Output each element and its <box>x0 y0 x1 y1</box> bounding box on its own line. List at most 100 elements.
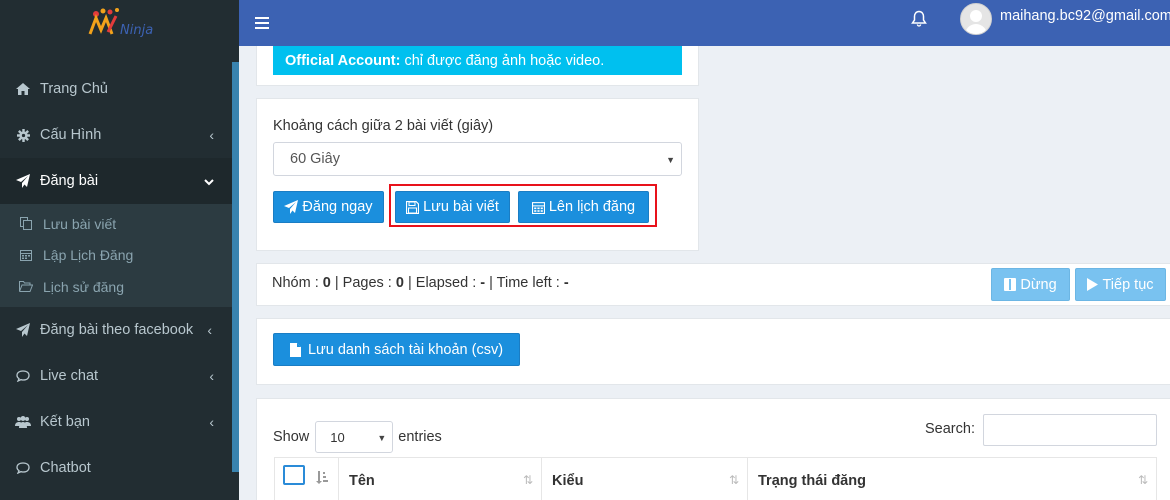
pages-count: 0 <box>395 275 404 291</box>
continue-label: Tiếp tục <box>1102 276 1154 293</box>
sort-icon: ⇅ <box>1137 473 1148 487</box>
interval-value: 60 Giây <box>290 151 340 167</box>
pause-button[interactable]: Dừng <box>991 268 1070 301</box>
sidebar-subitem-label: Lịch sử đăng <box>43 278 124 295</box>
ninja-logo-icon: Ninja <box>88 8 153 38</box>
logo-text: Ninja <box>120 23 153 38</box>
post-now-button[interactable]: Đăng ngay <box>273 191 384 223</box>
sidebar-item-label: Cấu Hình <box>40 127 102 143</box>
sidebar-menu: Trang Chủ Cấu Hình ‹ Đăng bài Lưu bài vi… <box>0 66 232 491</box>
pause-label: Dừng <box>1020 276 1057 293</box>
progress-stats: Nhóm : 0 | Pages : 0 | Elapsed : - | Tim… <box>272 275 569 291</box>
info-alert: Official Account: chỉ được đăng ảnh hoặc… <box>273 46 682 75</box>
sidebar-item-settings[interactable]: Cấu Hình ‹ <box>0 112 232 158</box>
main-content: Official Account: chỉ được đăng ảnh hoặc… <box>239 46 1170 500</box>
sidebar-item-label: Đăng bài <box>40 173 99 189</box>
caret-down-icon: ▼ <box>666 155 675 165</box>
sidebar-submenu-post: Lưu bài viết Lập Lịch Đăng Lịch sử đăng <box>0 204 232 307</box>
user-menu[interactable]: maihang.bc92@gmail.com <box>960 3 1170 35</box>
export-csv-button[interactable]: Lưu danh sách tài khoản (csv) <box>273 333 520 366</box>
entries-label: entries <box>398 429 442 445</box>
elapsed-label: | Elapsed : <box>403 275 481 291</box>
show-label: Show <box>273 429 310 445</box>
user-email: maihang.bc92@gmail.com <box>1000 8 1170 24</box>
progress-stats-box: Nhóm : 0 | Pages : 0 | Elapsed : - | Tim… <box>256 263 1170 306</box>
column-label: Trạng thái đăng <box>758 473 866 489</box>
bell-icon[interactable] <box>911 10 927 30</box>
time-left-label: | Time left : <box>485 275 564 291</box>
chevron-left-icon: ‹ <box>209 127 214 143</box>
sidebar-subitem-label: Lưu bài viết <box>43 215 117 232</box>
paper-plane-icon <box>15 322 31 337</box>
gear-icon <box>15 128 31 142</box>
users-icon <box>15 415 31 428</box>
sidebar-scrollbar[interactable] <box>232 62 239 472</box>
paper-plane-icon <box>284 200 299 214</box>
home-icon <box>15 83 31 95</box>
chevron-left-icon: ‹ <box>209 367 214 384</box>
sidebar-item-chatbot[interactable]: Chatbot <box>0 445 232 491</box>
sidebar-item-facebook-post[interactable]: Đăng bài theo facebook ‹ <box>0 307 232 353</box>
chat-bubble-icon <box>15 461 31 474</box>
entries-value: 10 <box>330 429 345 445</box>
search-input[interactable] <box>983 414 1157 446</box>
select-all-column[interactable] <box>274 458 339 500</box>
sidebar-item-home[interactable]: Trang Chủ <box>0 66 232 112</box>
accounts-table-box: Show 10 ▼ entries Search: Tên ⇅ Kiểu ⇅ T… <box>256 398 1170 500</box>
alert-box: Official Account: chỉ được đăng ảnh hoặc… <box>256 46 699 86</box>
chevron-left-icon: ‹ <box>207 321 212 338</box>
export-csv-label: Lưu danh sách tài khoản (csv) <box>307 341 504 358</box>
entries-select[interactable]: 10 ▼ <box>315 421 394 453</box>
alert-title: Official Account: <box>285 52 401 69</box>
avatar <box>960 3 992 35</box>
sidebar-item-post[interactable]: Đăng bài <box>0 158 232 204</box>
file-icon <box>289 342 301 357</box>
table-header: Tên ⇅ Kiểu ⇅ Trạng thái đăng ⇅ <box>274 457 1157 500</box>
sort-amount-icon <box>316 471 328 487</box>
pages-label: | Pages : <box>330 275 396 291</box>
search-label: Search: <box>925 421 975 437</box>
chevron-left-icon: ‹ <box>209 413 214 430</box>
alert-text: chỉ được đăng ảnh hoặc video. <box>404 52 605 69</box>
groups-count: 0 <box>322 275 331 291</box>
column-header-status[interactable]: Trạng thái đăng ⇅ <box>748 458 1157 500</box>
page-length-control: Show 10 ▼ entries <box>273 421 442 453</box>
sidebar-item-live-chat[interactable]: Live chat ‹ <box>0 353 232 399</box>
sidebar-item-label: Đăng bài theo facebook <box>40 321 194 338</box>
interval-select[interactable]: 60 Giây ▼ <box>273 142 682 176</box>
copy-icon <box>18 217 34 231</box>
interval-label: Khoảng cách giữa 2 bài viết (giây) <box>273 118 494 134</box>
post-form-box: Khoảng cách giữa 2 bài viết (giây) 60 Gi… <box>256 98 699 251</box>
column-label: Kiểu <box>552 473 584 489</box>
sidebar-subitem-history[interactable]: Lịch sử đăng <box>0 271 232 303</box>
continue-button[interactable]: Tiếp tục <box>1075 268 1166 301</box>
sidebar-item-label: Live chat <box>40 367 99 384</box>
select-all-checkbox[interactable] <box>283 465 305 485</box>
sort-icon: ⇅ <box>522 473 533 487</box>
column-label: Tên <box>349 473 375 489</box>
folder-open-icon <box>18 281 34 293</box>
sidebar: Ninja Trang Chủ Cấu Hình ‹ Đăng bài Lưu … <box>0 0 239 500</box>
play-icon <box>1087 278 1099 291</box>
chevron-down-icon <box>204 173 214 189</box>
sidebar-subitem-saved-posts[interactable]: Lưu bài viết <box>0 208 232 240</box>
sidebar-item-label: Trang Chủ <box>40 81 108 97</box>
groups-label: Nhóm : <box>272 275 323 291</box>
calendar-icon <box>18 249 34 262</box>
sidebar-item-add-friend[interactable]: Kết bạn ‹ <box>0 399 232 445</box>
paper-plane-icon <box>15 174 31 188</box>
sidebar-subitem-label: Lập Lịch Đăng <box>43 247 134 264</box>
time-left-value: - <box>563 275 569 291</box>
menu-toggle-icon[interactable] <box>239 0 285 46</box>
column-header-type[interactable]: Kiểu ⇅ <box>542 458 748 500</box>
sidebar-item-label: Kết bạn <box>40 413 90 430</box>
logo[interactable]: Ninja <box>0 0 239 46</box>
column-header-name[interactable]: Tên ⇅ <box>339 458 542 500</box>
sort-icon: ⇅ <box>728 473 739 487</box>
chat-bubble-icon <box>15 369 31 382</box>
sidebar-item-label: Chatbot <box>40 459 91 476</box>
caret-down-icon: ▼ <box>377 433 387 443</box>
sidebar-subitem-schedule[interactable]: Lập Lịch Đăng <box>0 240 232 272</box>
post-now-label: Đăng ngay <box>302 199 373 215</box>
highlight-annotation <box>389 184 657 227</box>
